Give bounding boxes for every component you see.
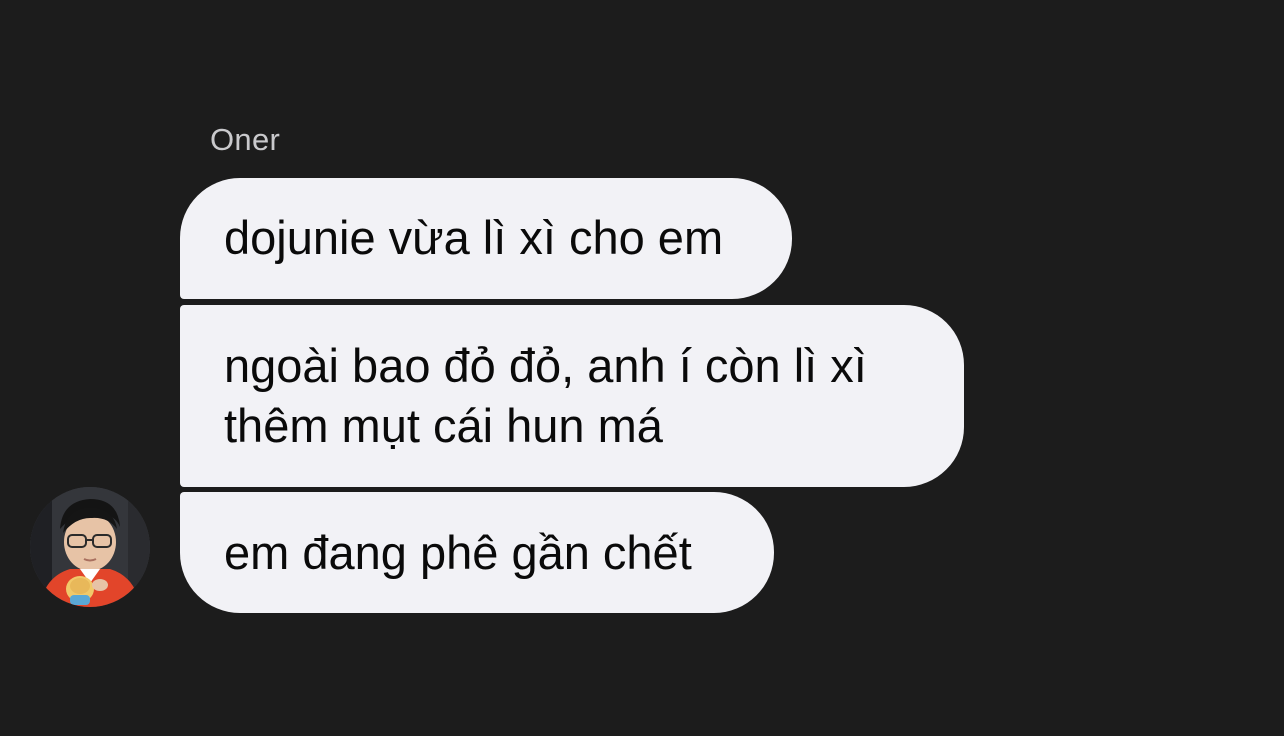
message-text-3: em đang phê gần chết — [224, 526, 692, 579]
sender-name: Oner — [210, 122, 281, 157]
message-bubble-2[interactable]: ngoài bao đỏ đỏ, anh í còn lì xì thêm mụ… — [180, 305, 964, 487]
avatar-person-icon — [30, 487, 150, 607]
message-text-1: dojunie vừa lì xì cho em — [224, 211, 724, 264]
message-bubble-3[interactable]: em đang phê gần chết — [180, 492, 774, 613]
avatar[interactable] — [30, 487, 150, 607]
message-text-2-line-1: ngoài bao đỏ đỏ, anh í còn lì xì — [224, 339, 867, 392]
message-text-2-line-2: thêm mụt cái hun má — [224, 399, 663, 452]
message-bubble-1[interactable]: dojunie vừa lì xì cho em — [180, 178, 792, 299]
